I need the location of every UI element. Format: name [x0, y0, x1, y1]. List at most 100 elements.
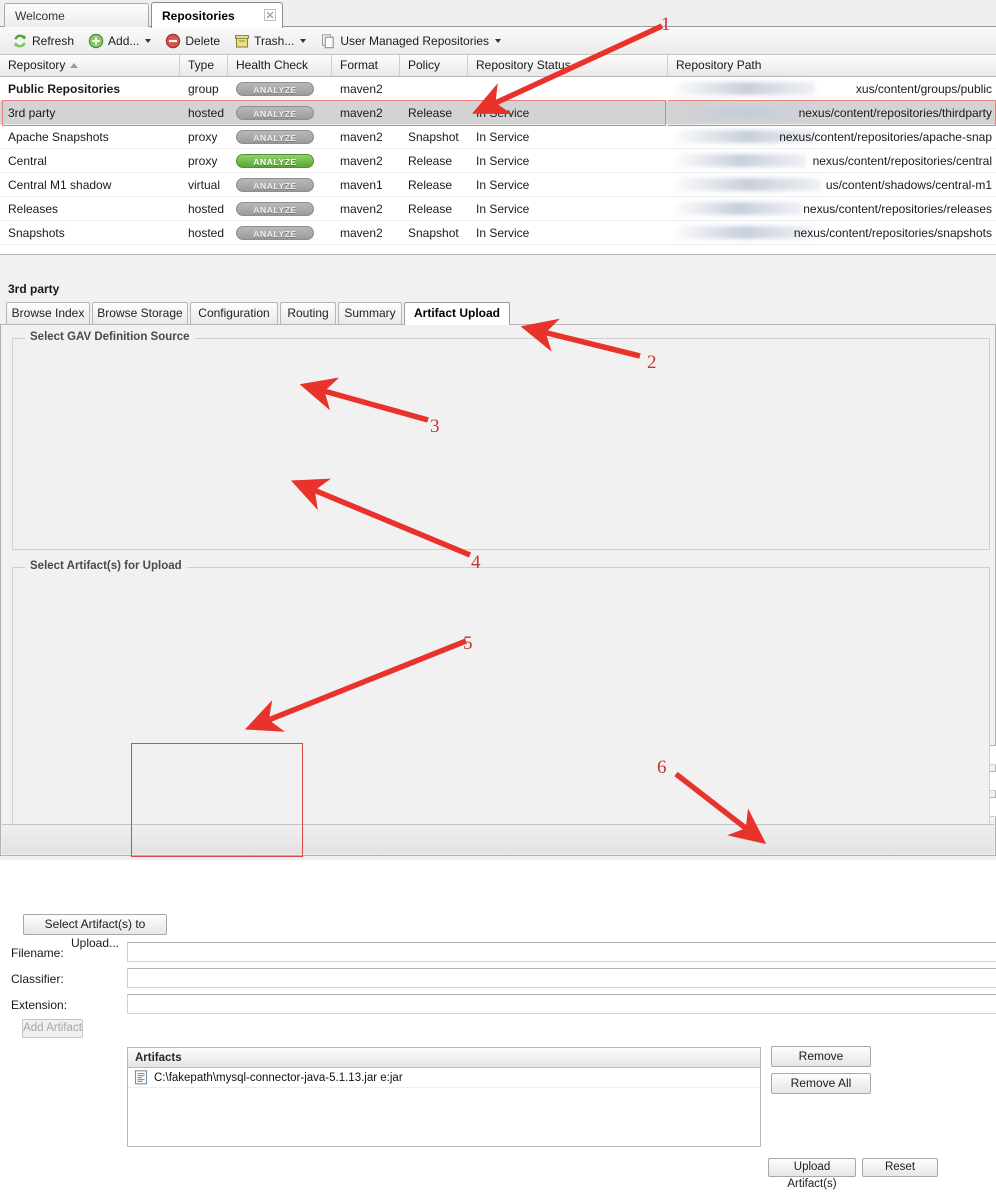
tab-artifact-upload[interactable]: Artifact Upload	[404, 302, 510, 325]
cell-policy	[400, 77, 468, 101]
cell-policy: Release	[408, 106, 453, 120]
table-row[interactable]: Apache Snapshots proxy ANALYZE maven2 Sn…	[0, 125, 996, 149]
table-row[interactable]: Snapshots hosted ANALYZE maven2 Snapshot…	[0, 221, 996, 245]
cell-type: group	[188, 82, 219, 96]
user-managed-repositories-button[interactable]: User Managed Repositories	[314, 30, 507, 52]
chevron-down-icon[interactable]	[145, 38, 152, 43]
window-tab-welcome-label: Welcome	[15, 8, 65, 23]
artifact-upload-panel: Select GAV Definition Source GAV Definit…	[0, 325, 996, 1190]
analyze-button[interactable]: ANALYZE	[236, 130, 314, 144]
grid-header-repository-status[interactable]: Repository Status	[468, 55, 668, 76]
cell-repository: 3rd party	[8, 106, 56, 120]
entity-header	[0, 256, 996, 302]
window-tab-welcome[interactable]: Welcome	[4, 3, 149, 27]
cell-type: hosted	[188, 226, 225, 240]
analyze-button[interactable]: ANALYZE	[236, 154, 314, 168]
grid-header-health-check[interactable]: Health Check	[228, 55, 332, 76]
tab-browse-index[interactable]: Browse Index	[6, 302, 90, 324]
classifier-input[interactable]	[127, 968, 996, 988]
annotation-number-3: 3	[430, 416, 440, 437]
cell-format: maven1	[340, 178, 383, 192]
repository-grid: Repository Type Health Check Format Poli…	[0, 55, 996, 255]
gav-fieldset-legend: Select GAV Definition Source	[25, 331, 195, 343]
upload-artifacts-button[interactable]: Upload Artifact(s)	[768, 1158, 856, 1190]
cell-format: maven2	[340, 106, 383, 120]
table-row[interactable]: Releases hosted ANALYZE maven2 Release I…	[0, 197, 996, 221]
grid-header-repository-label: Repository	[8, 58, 66, 72]
analyze-button[interactable]: ANALYZE	[236, 226, 314, 240]
tab-browse-storage[interactable]: Browse Storage	[92, 302, 188, 324]
cell-repository: Central	[8, 154, 47, 168]
cell-format: maven2	[340, 226, 383, 240]
trash-button[interactable]: Trash...	[228, 30, 312, 52]
cell-type: proxy	[188, 154, 218, 168]
tab-routing[interactable]: Routing	[280, 302, 336, 324]
cell-health-check: ANALYZE	[228, 77, 332, 101]
analyze-button[interactable]: ANALYZE	[236, 106, 314, 120]
grid-header-repository-path[interactable]: Repository Path	[668, 55, 996, 76]
cell-repository: Releases	[8, 202, 59, 216]
cell-type: virtual	[188, 178, 221, 192]
tab-summary[interactable]: Summary	[338, 302, 402, 324]
chevron-down-icon[interactable]	[495, 38, 502, 43]
cell-health-check: ANALYZE	[228, 149, 332, 173]
cell-format: maven2	[340, 130, 383, 144]
page-title: 3rd party	[8, 282, 60, 296]
cell-status: In Service	[476, 178, 530, 192]
grid-header-format[interactable]: Format	[332, 55, 400, 76]
cell-health-check: ANALYZE	[228, 197, 332, 221]
cell-format: maven2	[340, 82, 383, 96]
reset-button[interactable]: Reset	[862, 1158, 938, 1177]
table-row[interactable]: Central proxy ANALYZE maven2 Release In …	[0, 149, 996, 173]
cell-repository: Snapshots	[8, 226, 65, 240]
cell-type: hosted	[188, 106, 225, 120]
add-icon	[88, 33, 104, 49]
cell-health-check: ANALYZE	[228, 221, 332, 245]
table-row[interactable]: 3rd party hosted ANALYZE maven2 Release …	[0, 101, 996, 125]
annotation-number-6: 6	[657, 757, 667, 778]
table-row[interactable]: Public Repositories group ANALYZE maven2…	[0, 77, 996, 101]
add-button[interactable]: Add...	[82, 30, 157, 52]
chevron-down-icon[interactable]	[300, 38, 307, 43]
add-artifact-button[interactable]: Add Artifact	[22, 1019, 83, 1038]
add-label: Add...	[108, 33, 140, 48]
annotation-number-1: 1	[661, 14, 671, 35]
cell-status: In Service	[476, 154, 530, 168]
analyze-button[interactable]: ANALYZE	[236, 178, 314, 192]
table-row[interactable]: Central M1 shadow virtual ANALYZE maven1…	[0, 173, 996, 197]
gav-definition-fieldset: Select GAV Definition Source	[12, 331, 990, 550]
grid-header-type[interactable]: Type	[180, 55, 228, 76]
remove-all-button[interactable]: Remove All	[771, 1073, 871, 1094]
cell-type: hosted	[188, 202, 225, 216]
filename-label: Filename:	[11, 946, 64, 960]
annotation-number-2: 2	[647, 352, 657, 373]
cell-status: In Service	[476, 130, 530, 144]
select-artifacts-to-upload-button[interactable]: Select Artifact(s) to Upload...	[23, 914, 167, 950]
analyze-button[interactable]: ANALYZE	[236, 202, 314, 216]
upload-fieldset-legend: Select Artifact(s) for Upload	[25, 560, 187, 572]
grid-header-repository[interactable]: Repository	[0, 55, 180, 76]
refresh-label: Refresh	[32, 33, 75, 48]
trash-label: Trash...	[254, 33, 295, 48]
extension-input[interactable]	[127, 994, 996, 1014]
select-artifacts-fieldset: Select Artifact(s) for Upload	[12, 560, 990, 831]
remove-button[interactable]: Remove	[771, 1046, 871, 1067]
cell-health-check: ANALYZE	[228, 101, 332, 125]
cell-health-check: ANALYZE	[228, 173, 332, 197]
grid-header-policy[interactable]: Policy	[400, 55, 468, 76]
cell-type: proxy	[188, 130, 218, 144]
annotation-number-5: 5	[463, 633, 473, 654]
refresh-button[interactable]: Refresh	[6, 30, 80, 52]
cell-policy: Snapshot	[408, 130, 459, 144]
close-icon[interactable]	[264, 9, 276, 21]
classifier-label: Classifier:	[11, 972, 64, 986]
annotation-number-4: 4	[471, 552, 481, 573]
extension-label: Extension:	[11, 998, 68, 1012]
window-tab-repositories[interactable]: Repositories	[151, 2, 283, 28]
filename-input[interactable]	[127, 942, 996, 962]
tab-configuration[interactable]: Configuration	[190, 302, 278, 324]
analyze-button[interactable]: ANALYZE	[236, 82, 314, 96]
list-item[interactable]: C:\fakepath\mysql-connector-java-5.1.13.…	[128, 1068, 760, 1088]
cell-format: maven2	[340, 202, 383, 216]
delete-button[interactable]: Delete	[159, 30, 226, 52]
